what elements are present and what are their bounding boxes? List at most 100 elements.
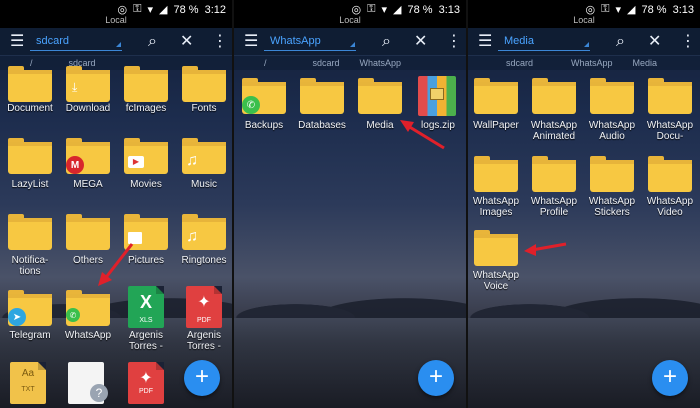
breadcrumb-sdcard[interactable]: sdcard	[498, 58, 541, 68]
more-options-icon[interactable]: ⋮	[680, 32, 696, 52]
dropdown-caret-icon[interactable]	[350, 42, 355, 47]
menu-icon[interactable]: ☰	[10, 32, 24, 52]
close-icon[interactable]: ✕	[414, 32, 427, 52]
item-label: WhatsApp	[64, 330, 112, 341]
menu-icon[interactable]: ☰	[244, 32, 258, 52]
folder-icon[interactable]	[124, 66, 168, 102]
status-bar: ◎ ⚿ ▾ ◢ 78 % 3:13 Local	[468, 0, 700, 28]
item-label: Argenis Torres -	[129, 330, 163, 352]
pdf-file-icon[interactable]: ✦ PDF	[186, 286, 222, 328]
item-label: Download	[65, 103, 111, 114]
folder-icon[interactable]	[532, 78, 576, 114]
search-icon[interactable]: ⌕	[382, 32, 391, 52]
file-type-badge: XLS	[139, 317, 153, 324]
folder-icon[interactable]	[8, 214, 52, 250]
key-icon: ⚿	[367, 3, 376, 15]
close-icon[interactable]: ✕	[180, 32, 193, 52]
folder-icon[interactable]	[474, 156, 518, 192]
more-options-icon[interactable]: ⋮	[446, 32, 462, 52]
breadcrumb-media[interactable]: Media	[625, 58, 666, 68]
status-bar: ◎ ⚿ ▾ ◢ 78 % 3:13 Local	[234, 0, 466, 28]
item-label: Music	[190, 179, 218, 190]
more-options-icon[interactable]: ⋮	[212, 32, 228, 52]
file-type-badge: PDF	[197, 317, 211, 324]
toolbar: ☰ Media ⌕ ✕ ⋮	[468, 28, 700, 56]
key-icon: ⚿	[601, 3, 610, 15]
item-label: Argenis Torres -	[187, 330, 221, 352]
pdf-file-icon[interactable]: ✦ PDF	[128, 362, 164, 404]
wifi-icon: ▾	[147, 4, 154, 16]
key-icon: ⚿	[133, 3, 142, 15]
item-label: Ringtones	[181, 255, 227, 266]
folder-icon[interactable]	[358, 78, 402, 114]
folder-icon[interactable]	[300, 78, 344, 114]
dropdown-caret-icon[interactable]	[584, 42, 589, 47]
panel-whatsapp: ◎ ⚿ ▾ ◢ 78 % 3:13 Local ☰ WhatsApp ⌕ ✕ ⋮…	[234, 0, 466, 408]
download-icon: ⤓	[72, 80, 78, 94]
question-icon: ?	[90, 384, 108, 402]
dropdown-caret-icon[interactable]	[116, 42, 121, 47]
wifi-icon: ▾	[381, 4, 388, 16]
item-label: WhatsApp Images	[472, 196, 520, 218]
add-fab-button[interactable]: +	[418, 360, 454, 396]
item-label: WallPaper	[473, 120, 519, 131]
telegram-icon: ➤	[8, 308, 26, 326]
clock: 3:13	[438, 3, 460, 16]
item-label: LazyList	[11, 179, 49, 190]
toolbar: ☰ WhatsApp ⌕ ✕ ⋮	[234, 28, 466, 56]
breadcrumb-whatsapp[interactable]: WhatsApp	[352, 58, 410, 68]
local-label: Local	[105, 15, 127, 25]
mega-icon: M	[66, 156, 84, 174]
breadcrumb-sdcard[interactable]: sdcard	[305, 58, 348, 68]
xls-file-icon[interactable]: X XLS	[128, 286, 164, 328]
title-underline	[498, 50, 590, 51]
folder-icon[interactable]	[590, 78, 634, 114]
whatsapp-icon: ✆	[242, 96, 260, 114]
annotation-arrow	[400, 120, 445, 150]
breadcrumb: sdcard WhatsApp Media	[468, 56, 700, 70]
location-title[interactable]: WhatsApp	[270, 35, 321, 47]
battery-text: 78 %	[641, 3, 667, 16]
item-label: Movies	[130, 179, 162, 190]
annotation-arrow	[524, 242, 567, 256]
folder-icon[interactable]	[474, 230, 518, 266]
txt-file-icon[interactable]: Aa TXT	[10, 362, 46, 404]
close-icon[interactable]: ✕	[648, 32, 661, 52]
breadcrumb-whatsapp[interactable]: WhatsApp	[563, 58, 621, 68]
item-label: MEGA	[73, 179, 103, 190]
annotation-arrow	[98, 243, 134, 286]
whatsapp-icon: ✆	[66, 308, 80, 322]
search-icon[interactable]: ⌕	[616, 32, 625, 52]
file-type-badge: TXT	[21, 386, 35, 393]
unknown-file-icon[interactable]: ?	[68, 362, 108, 404]
item-label: WhatsApp Voice	[472, 270, 520, 292]
wifi-icon: ▾	[615, 4, 622, 16]
music-icon: ♫	[186, 152, 198, 169]
location-title[interactable]: sdcard	[36, 35, 69, 47]
item-label: Telegram	[9, 330, 51, 341]
item-label: WhatsApp Stickers	[588, 196, 636, 218]
breadcrumb-root[interactable]: /	[256, 58, 275, 68]
location-title[interactable]: Media	[504, 35, 534, 47]
title-underline	[30, 50, 122, 51]
clock: 3:12	[204, 3, 226, 16]
menu-icon[interactable]: ☰	[478, 32, 492, 52]
add-fab-button[interactable]: +	[652, 360, 688, 396]
breadcrumb: / sdcard WhatsApp	[234, 56, 466, 70]
folder-icon[interactable]	[182, 66, 226, 102]
folder-icon[interactable]	[474, 78, 518, 114]
add-fab-button[interactable]: +	[184, 360, 220, 396]
item-label: WhatsApp Audio	[588, 120, 636, 142]
search-icon[interactable]: ⌕	[148, 32, 157, 52]
folder-icon[interactable]	[648, 156, 692, 192]
clock: 3:13	[672, 3, 694, 16]
zip-file-icon[interactable]	[418, 76, 456, 116]
toolbar: ☰ sdcard ⌕ ✕ ⋮	[0, 28, 232, 56]
folder-icon[interactable]	[8, 66, 52, 102]
folder-icon[interactable]	[648, 78, 692, 114]
status-bar: ◎ ⚿ ▾ ◢ 78 % 3:12 Local	[0, 0, 232, 28]
item-label: Notifica- tions	[11, 255, 49, 277]
folder-icon[interactable]	[590, 156, 634, 192]
folder-icon[interactable]	[8, 138, 52, 174]
folder-icon[interactable]	[532, 156, 576, 192]
